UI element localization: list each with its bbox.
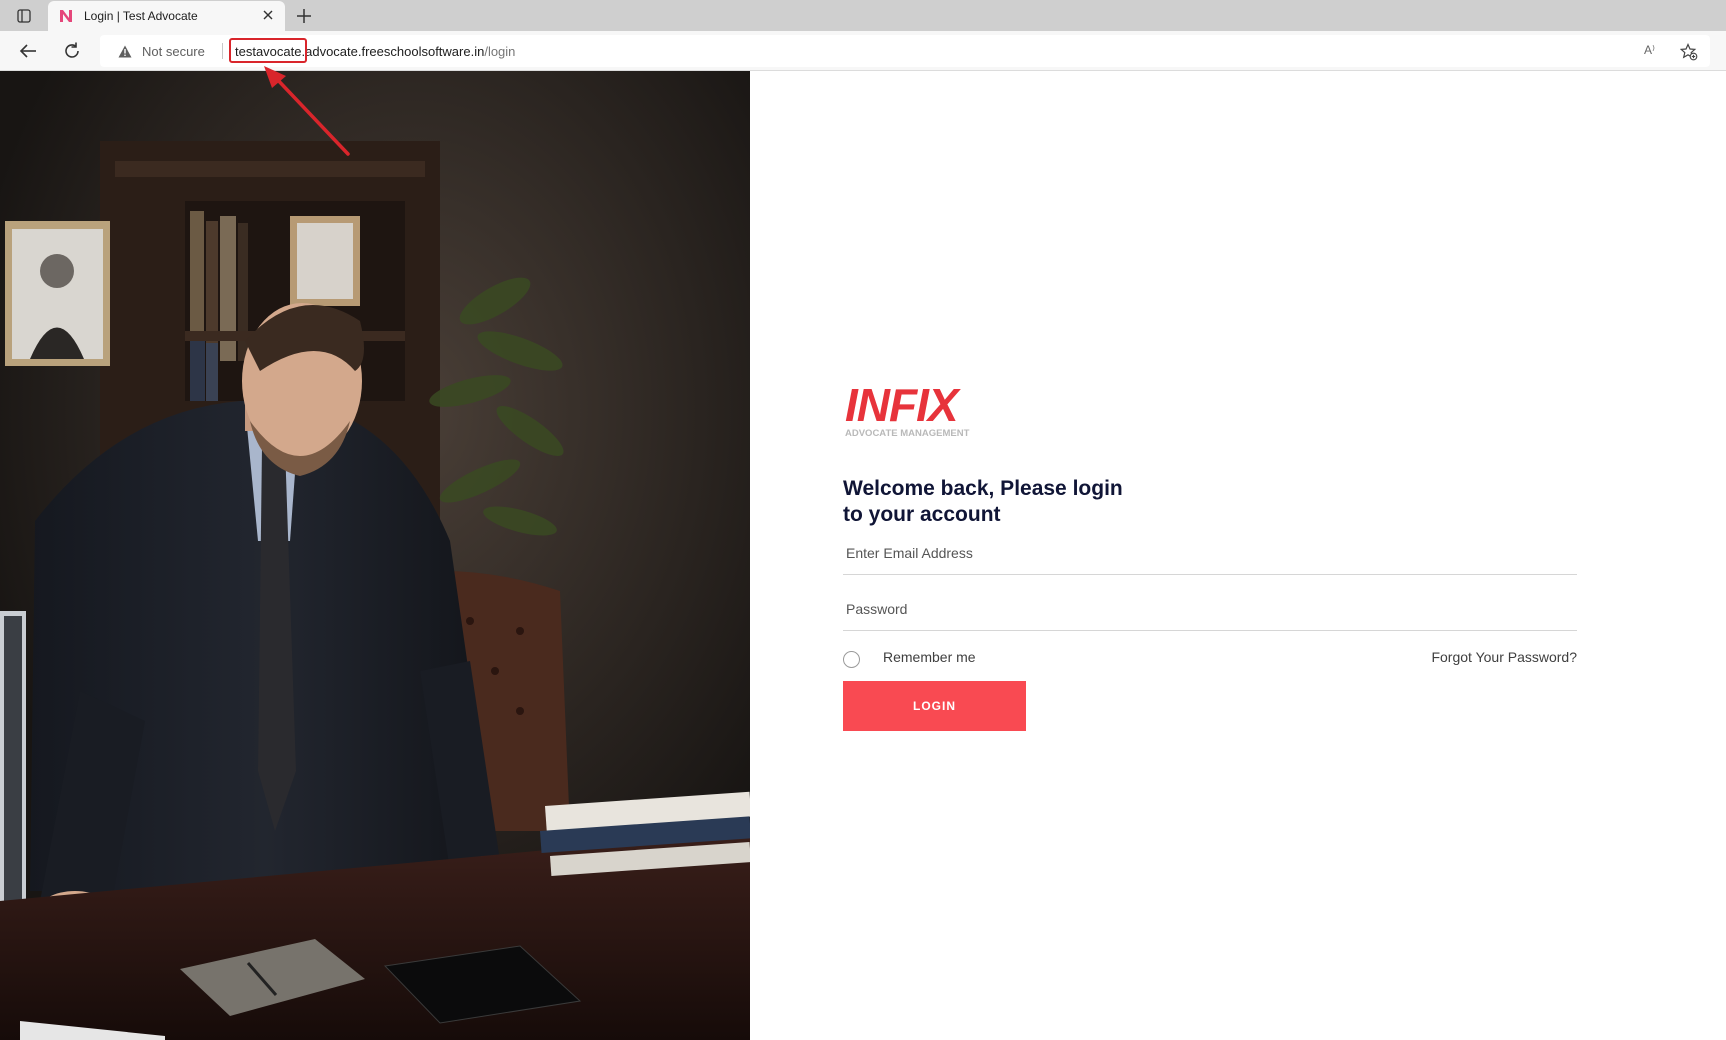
email-input[interactable] bbox=[843, 531, 1577, 574]
logo-tagline: ADVOCATE MANAGEMENT bbox=[845, 428, 970, 439]
security-status-label[interactable]: Not secure bbox=[142, 44, 205, 59]
tab-actions-button[interactable] bbox=[10, 6, 38, 26]
infix-logo: INFIX ADVOCATE MANAGEMENT bbox=[845, 381, 970, 439]
login-heading-line1: Welcome back, Please login bbox=[843, 477, 1123, 500]
url-domain: .advocate.freeschoolsoftware.in bbox=[301, 44, 485, 59]
close-icon[interactable] bbox=[261, 8, 275, 22]
url-omnibox[interactable]: Not secure testavocate.advocate.freescho… bbox=[100, 35, 1710, 67]
read-aloud-icon[interactable]: A⁾ bbox=[1644, 43, 1662, 59]
tab-title: Login | Test Advocate bbox=[84, 9, 198, 23]
browser-address-bar: Not secure testavocate.advocate.freescho… bbox=[0, 31, 1726, 71]
email-field bbox=[843, 531, 1577, 575]
browser-tab-bar: Login | Test Advocate bbox=[0, 0, 1726, 31]
login-heading-line2: to your account bbox=[843, 503, 1001, 526]
annotation-arrow-icon bbox=[264, 66, 350, 156]
lawyer-office-illustration bbox=[0, 71, 750, 1040]
logo-wordmark: INFIX bbox=[845, 381, 961, 431]
omnibox-divider bbox=[222, 43, 223, 59]
warning-triangle-icon bbox=[118, 45, 132, 58]
remember-me-radio[interactable] bbox=[843, 651, 860, 668]
password-input[interactable] bbox=[843, 587, 1577, 630]
forgot-password-link[interactable]: Forgot Your Password? bbox=[1431, 649, 1577, 665]
login-panel: INFIX ADVOCATE MANAGEMENT Welcome back, … bbox=[750, 71, 1726, 1040]
url-path: /login bbox=[484, 44, 516, 59]
subdomain-highlight-box bbox=[229, 38, 307, 63]
password-field bbox=[843, 587, 1577, 631]
remember-me-label[interactable]: Remember me bbox=[883, 649, 976, 665]
sidebar-icon bbox=[17, 9, 31, 23]
login-button[interactable]: LOGIN bbox=[843, 681, 1026, 731]
favorites-star-icon[interactable] bbox=[1680, 43, 1698, 61]
browser-tab-active[interactable]: Login | Test Advocate bbox=[48, 1, 285, 31]
login-heading: Welcome back, Please login to your accou… bbox=[843, 476, 1203, 528]
new-tab-plus-icon[interactable] bbox=[294, 6, 314, 26]
infix-favicon-icon bbox=[60, 10, 72, 22]
hero-photo bbox=[0, 71, 750, 1040]
reload-icon[interactable] bbox=[61, 40, 83, 62]
back-arrow-icon[interactable] bbox=[17, 40, 39, 62]
